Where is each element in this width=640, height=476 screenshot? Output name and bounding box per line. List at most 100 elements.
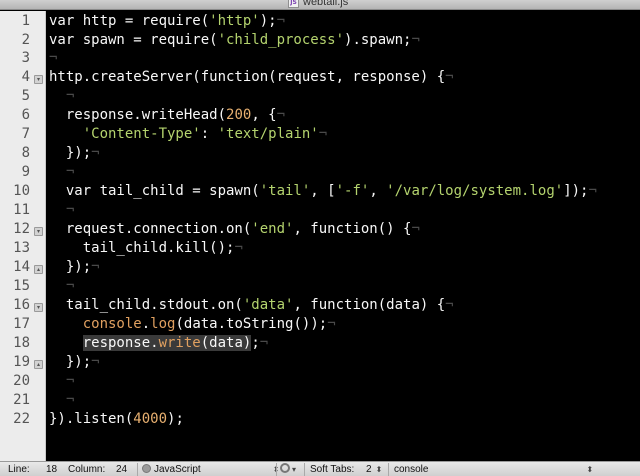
line-number: 4: [21, 69, 30, 85]
invisible-char: ¬: [91, 145, 100, 161]
string-token: 'data': [242, 297, 294, 313]
code-token: });: [49, 145, 92, 161]
line-number: 2: [21, 32, 30, 48]
code-token: });: [49, 259, 92, 275]
language-selector[interactable]: JavaScript⬍: [142, 463, 279, 476]
fold-toggle-icon[interactable]: ▾: [34, 227, 43, 236]
builtin-token: log: [150, 316, 176, 332]
line-number: 13: [13, 240, 30, 256]
line-number: 12: [13, 221, 30, 237]
window-title: webtail.js: [303, 0, 349, 8]
line-number: 15: [13, 278, 30, 294]
code-token: }).listen(: [49, 411, 134, 427]
chevron-updown-icon: ⬍: [375, 465, 383, 474]
number-token: 200: [226, 107, 252, 123]
code-token: ]);: [563, 183, 589, 199]
code-line: response.write(data);¬: [49, 334, 268, 353]
code-line: ¬: [49, 87, 74, 106]
code-token: tail_child.stdout.on(: [49, 297, 243, 313]
code-line: tail_child.stdout.on('data', function(da…: [49, 296, 454, 315]
code-line: });¬: [49, 144, 100, 163]
code-token: });: [49, 354, 92, 370]
string-token: 'text/plain': [217, 126, 319, 142]
invisible-char: ¬: [91, 354, 100, 370]
string-token: 'child_process': [217, 32, 345, 48]
fold-end-icon[interactable]: ▴: [34, 360, 43, 369]
fold-toggle-icon[interactable]: ▾: [34, 75, 43, 84]
code-token: response.writeHead(: [49, 107, 227, 123]
code-token: var http = require(: [49, 13, 210, 29]
invisible-char: ¬: [445, 69, 454, 85]
line-number: 11: [13, 202, 30, 218]
code-line: });¬: [49, 258, 100, 277]
line-number: 22: [13, 411, 30, 427]
code-token: );: [259, 13, 277, 29]
status-bar: Line: 18 Column: 24 JavaScript⬍ ▾ Soft T…: [0, 461, 640, 476]
invisible-char: ¬: [66, 88, 75, 104]
code-token: , {: [251, 107, 277, 123]
language-label: JavaScript: [154, 464, 201, 475]
code-line: });¬: [49, 353, 100, 372]
code-line: console.log(data.toString());¬: [49, 315, 336, 334]
code-editor[interactable]: var http = require('http');¬ var spawn =…: [47, 11, 640, 461]
line-number: 6: [21, 107, 30, 123]
code-token: , function(data) {: [293, 297, 446, 313]
invisible-char: ¬: [276, 107, 286, 123]
chevron-updown-icon: ⬍: [586, 465, 594, 474]
line-number: 16: [13, 297, 30, 313]
code-line: ¬: [49, 277, 74, 296]
invisible-char: ¬: [49, 50, 58, 66]
code-token: );: [167, 411, 184, 427]
code-line: ¬: [49, 391, 74, 410]
soft-tabs-selector[interactable]: 2 ⬍: [366, 463, 382, 476]
string-token: 'Content-Type': [82, 126, 201, 142]
invisible-char: ¬: [327, 316, 336, 332]
number-token: 4000: [133, 411, 168, 427]
invisible-char: ¬: [66, 373, 75, 389]
fold-toggle-icon[interactable]: ▾: [34, 303, 43, 312]
line-number: 18: [13, 335, 30, 351]
fold-end-icon[interactable]: ▴: [34, 265, 43, 274]
builtin-token: console: [82, 316, 142, 332]
column-label: Column:: [68, 464, 106, 475]
string-token: '/var/log/system.log': [386, 183, 564, 199]
string-token: 'http': [209, 13, 260, 29]
code-line: var tail_child = spawn('tail', ['-f', '/…: [49, 182, 597, 201]
code-line: response.writeHead(200, {¬: [49, 106, 285, 125]
invisible-char: ¬: [318, 126, 328, 142]
code-token: ).spawn;: [344, 32, 412, 48]
settings-menu[interactable]: ▾: [280, 463, 296, 476]
line-label: Line:: [8, 464, 30, 475]
code-token: (data.toString());: [175, 316, 328, 332]
code-line: http.createServer(function(request, resp…: [49, 68, 454, 87]
symbol-selector[interactable]: console ⬍: [394, 463, 593, 476]
string-token: '-f': [335, 183, 370, 199]
line-number: 10: [13, 183, 30, 199]
code-token: ;: [251, 335, 260, 351]
invisible-char: ¬: [411, 221, 420, 237]
line-number: 7: [21, 126, 30, 142]
divider: [388, 463, 389, 476]
divider: [276, 463, 277, 476]
code-token: var tail_child = spawn(: [49, 183, 260, 199]
invisible-char: ¬: [588, 183, 597, 199]
code-line: var http = require('http');¬: [49, 12, 285, 31]
line-number: 5: [21, 88, 30, 104]
line-number: 20: [13, 373, 30, 389]
code-line: ¬: [49, 49, 57, 68]
line-value: 18: [46, 464, 58, 475]
invisible-char: ¬: [66, 164, 75, 180]
invisible-char: ¬: [66, 278, 75, 294]
code-line: ¬: [49, 163, 74, 182]
code-line: 'Content-Type': 'text/plain'¬: [49, 125, 327, 144]
selected-token: (data): [200, 335, 252, 351]
soft-tabs-label: Soft Tabs:: [310, 464, 355, 475]
string-token: 'end': [251, 221, 294, 237]
line-number-gutter[interactable]: 1 2 3 4 5 6 7 8 9 10 11 12 13 14 15 16 1…: [0, 11, 46, 461]
line-number: 1: [21, 13, 30, 29]
invisible-char: ¬: [411, 32, 420, 48]
title-bar: JS webtail.js: [0, 0, 640, 10]
